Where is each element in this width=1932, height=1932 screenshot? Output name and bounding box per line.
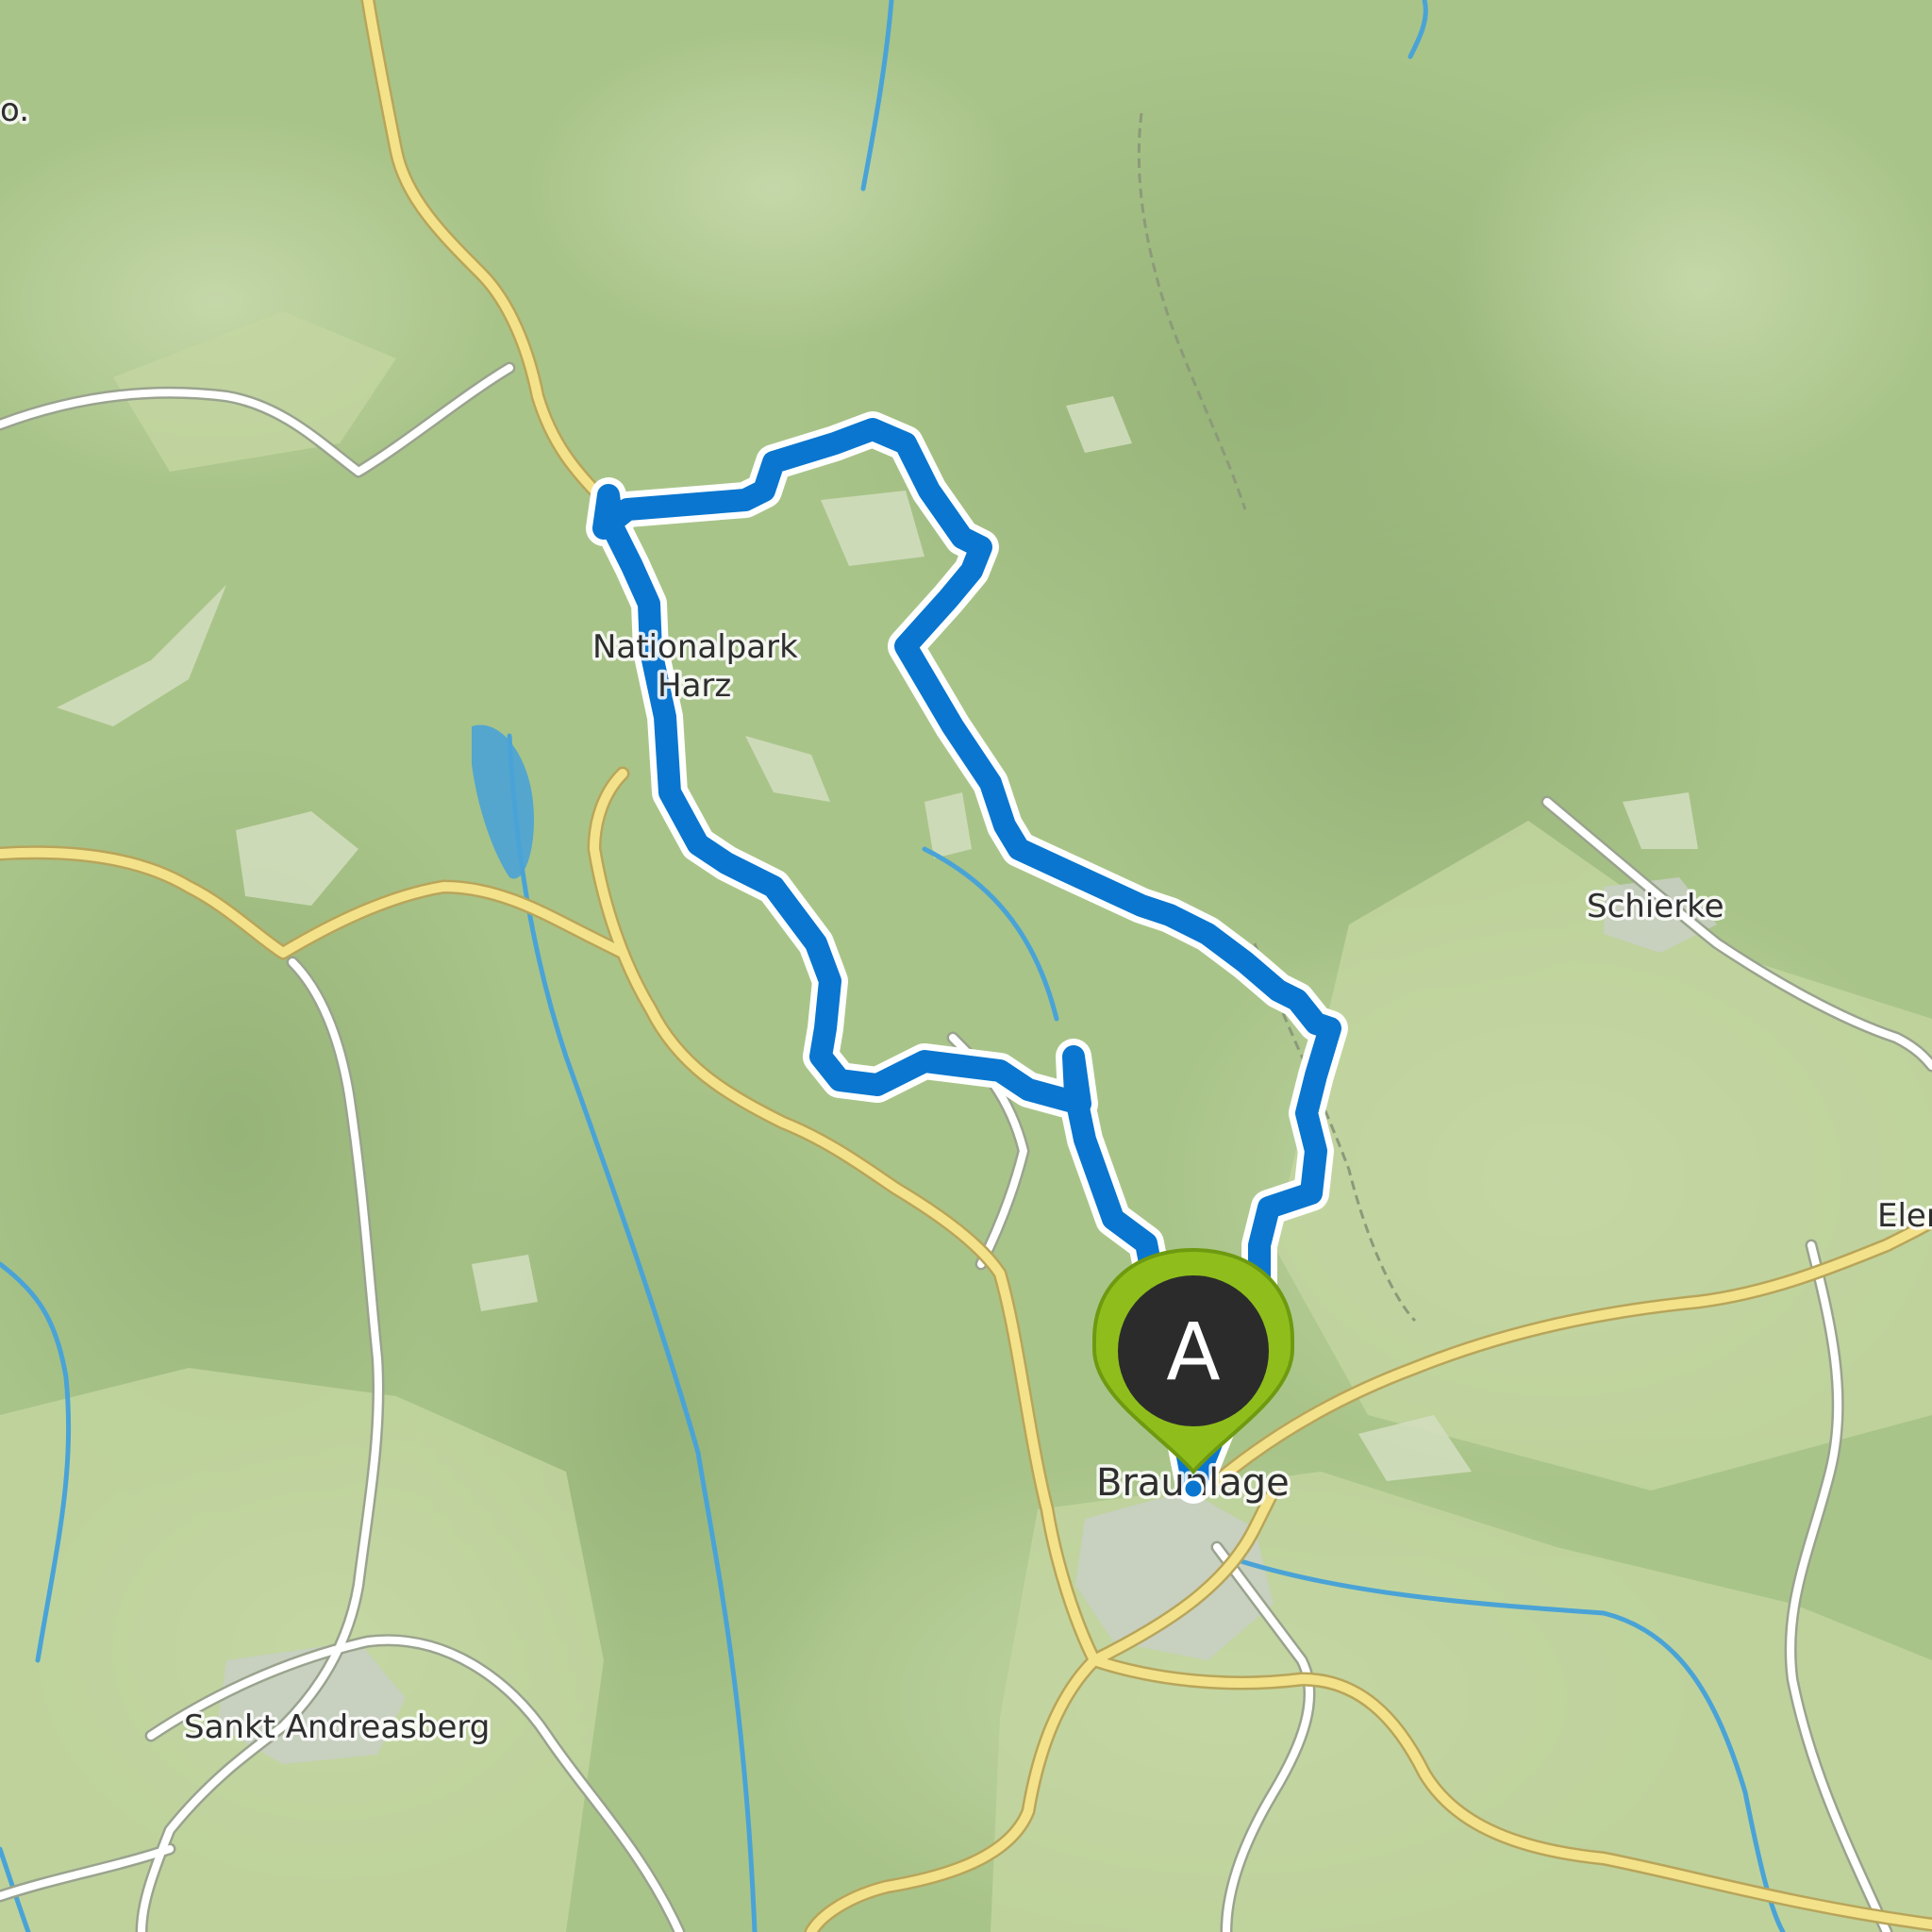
label-nationalpark-line1: Nationalpark [592, 628, 798, 666]
label-schierke: Schierke [1587, 888, 1724, 925]
map-canvas[interactable]: o. Nationalpark Harz Schierke Elend Brau… [0, 0, 1932, 1932]
label-nationalpark-line2: Harz [658, 667, 731, 705]
map-view[interactable]: o. Nationalpark Harz Schierke Elend Brau… [0, 0, 1932, 1932]
label-elend: Elend [1877, 1197, 1932, 1235]
label-sankt-andreasberg: Sankt Andreasberg [184, 1708, 490, 1746]
marker-anchor-dot [1182, 1477, 1205, 1500]
label-edge-fragment: o. [0, 92, 29, 129]
marker-letter: A [1166, 1306, 1220, 1398]
